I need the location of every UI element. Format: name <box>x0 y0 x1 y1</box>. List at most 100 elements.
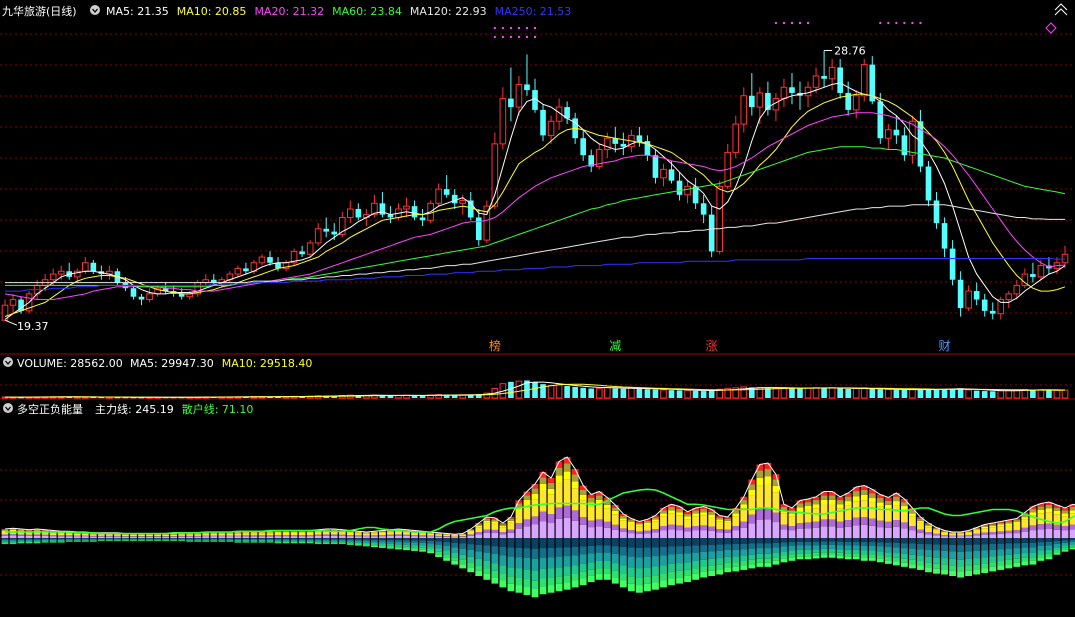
energy-negative-segment <box>73 539 81 541</box>
energy-negative-segment <box>852 556 860 560</box>
energy-positive-segment <box>41 530 49 532</box>
energy-negative-segment <box>387 538 394 540</box>
energy-negative-segment <box>1053 547 1061 551</box>
candle-body-up <box>885 129 892 139</box>
energy-settings-icon[interactable] <box>3 403 13 413</box>
candle-body-up <box>57 270 65 275</box>
energy-negative-segment <box>122 540 129 541</box>
energy-negative-segment <box>531 558 539 571</box>
energy-positive-segment <box>73 535 81 537</box>
energy-negative-segment <box>595 560 603 569</box>
energy-negative-segment <box>876 558 884 563</box>
energy-positive-segment <box>684 531 691 538</box>
energy-negative-segment <box>483 538 491 546</box>
energy-positive-segment <box>138 534 145 537</box>
energy-positive-segment <box>1021 527 1029 532</box>
energy-positive-segment <box>194 533 202 535</box>
energy-positive-segment <box>812 527 820 538</box>
energy-negative-segment <box>700 559 708 567</box>
energy-negative-segment <box>1021 553 1029 558</box>
energy-negative-segment <box>395 540 402 542</box>
energy-negative-segment <box>1037 557 1045 561</box>
candle-body-up <box>234 267 242 275</box>
energy-negative-segment <box>1069 547 1075 550</box>
energy-positive-segment <box>242 532 250 534</box>
energy-negative-segment <box>41 541 49 543</box>
energy-negative-segment <box>130 540 137 541</box>
candle-body-down <box>989 310 996 314</box>
energy-negative-segment <box>170 539 178 540</box>
signal-dot <box>493 36 496 38</box>
energy-negative-segment <box>836 541 844 546</box>
energy-negative-segment <box>563 547 571 557</box>
energy-positive-segment <box>772 522 780 538</box>
energy-negative-segment <box>435 554 443 557</box>
energy-negative-segment <box>756 553 764 559</box>
energy-positive-segment <box>579 489 587 495</box>
volume-bar-up <box>1005 389 1013 399</box>
energy-positive-segment <box>1061 510 1069 514</box>
energy-negative-segment <box>571 573 579 581</box>
energy-negative-segment <box>579 571 587 579</box>
energy-negative-segment <box>1069 546 1075 548</box>
energy-positive-segment <box>234 533 242 534</box>
energy-positive-segment <box>820 499 828 505</box>
energy-negative-segment <box>1005 564 1013 569</box>
volume-bar-down <box>901 389 908 398</box>
energy-positive-segment <box>820 504 828 520</box>
energy-negative-segment <box>97 539 105 541</box>
energy-positive-segment <box>282 535 290 537</box>
energy-positive-segment <box>49 532 57 535</box>
energy-positive-segment <box>756 485 764 509</box>
energy-negative-segment <box>105 540 113 541</box>
energy-negative-segment <box>274 541 282 543</box>
energy-negative-segment <box>740 555 748 561</box>
energy-negative-segment <box>57 538 65 539</box>
candle-body-up <box>780 86 788 100</box>
energy-positive-segment <box>579 517 587 525</box>
energy-negative-segment <box>732 562 740 567</box>
energy-positive-segment <box>716 529 724 533</box>
candle-body-down <box>708 214 715 252</box>
signal-dot <box>879 22 882 24</box>
energy-negative-segment <box>708 565 716 571</box>
energy-positive-segment <box>571 510 579 521</box>
energy-negative-segment <box>820 554 828 558</box>
energy-negative-segment <box>555 583 563 592</box>
energy-negative-segment <box>772 552 780 558</box>
energy-negative-segment <box>892 553 900 558</box>
energy-positive-segment <box>387 534 394 536</box>
energy-positive-segment <box>1021 531 1029 538</box>
energy-negative-segment <box>909 538 916 544</box>
energy-positive-segment <box>242 536 250 538</box>
energy-positive-segment <box>587 520 595 528</box>
energy-negative-segment <box>330 541 338 543</box>
candle-body-up <box>459 199 467 204</box>
energy-positive-segment <box>844 496 852 502</box>
energy-positive-segment <box>499 524 507 526</box>
energy-positive-segment <box>491 529 499 533</box>
energy-positive-segment <box>459 534 467 535</box>
signal-dot <box>534 27 536 29</box>
energy-negative-segment <box>427 538 435 541</box>
energy-positive-segment <box>635 526 643 532</box>
volume-settings-icon[interactable] <box>3 357 13 367</box>
energy-negative-segment <box>692 545 700 553</box>
energy-negative-segment <box>507 583 515 592</box>
energy-negative-segment <box>9 539 17 541</box>
energy-negative-segment <box>443 542 451 546</box>
energy-negative-segment <box>876 551 884 556</box>
energy-positive-segment <box>387 535 394 538</box>
energy-negative-segment <box>114 540 121 542</box>
energy-negative-segment <box>81 540 89 541</box>
energy-positive-segment <box>756 508 764 520</box>
energy-negative-segment <box>346 540 354 542</box>
energy-positive-segment <box>676 515 683 526</box>
energy-positive-segment <box>17 534 25 536</box>
energy-negative-segment <box>684 575 691 583</box>
energy-negative-segment <box>716 550 724 559</box>
settings-icon[interactable] <box>90 5 100 15</box>
energy-positive-segment <box>700 515 708 526</box>
energy-positive-segment <box>491 532 499 538</box>
energy-positive-segment <box>917 520 924 523</box>
